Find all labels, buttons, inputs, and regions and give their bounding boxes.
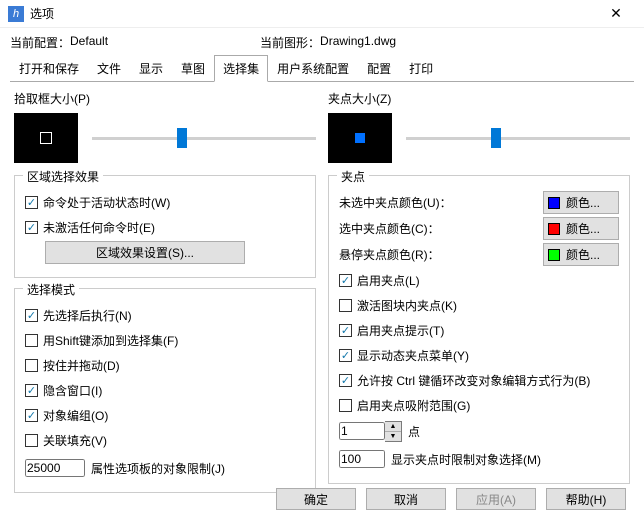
region-active-checkbox[interactable] [25,196,38,209]
tab-2[interactable]: 显示 [130,55,172,82]
mode-pressdrag-checkbox[interactable] [25,359,38,372]
tab-4[interactable]: 选择集 [214,55,268,82]
tab-3[interactable]: 草图 [172,55,214,82]
selected-color-label: 选中夹点颜色(C)： [339,220,543,237]
range-input[interactable] [339,422,385,440]
drawing-label: 当前图形： [260,34,320,51]
help-button[interactable]: 帮助(H) [546,488,626,510]
dynamic-menu-checkbox[interactable] [339,349,352,362]
selected-color-button[interactable]: 颜色... [543,217,619,240]
app-icon: h [8,6,24,22]
region-inactive-label: 未激活任何命令时(E) [43,219,155,236]
spin-up-icon: ▲ [385,422,401,432]
region-active-label: 命令处于活动状态时(W) [43,194,170,211]
spin-down-icon: ▼ [385,432,401,441]
tab-1[interactable]: 文件 [88,55,130,82]
config-value: Default [70,34,260,51]
tab-6[interactable]: 配置 [358,55,400,82]
grip-size-label: 夹点大小(Z) [328,90,630,107]
region-group-title: 区域选择效果 [23,168,103,185]
unselected-color-label: 未选中夹点颜色(U)： [339,194,543,211]
grip-preview [328,113,392,163]
tab-5[interactable]: 用户系统配置 [268,55,358,82]
pickbox-preview [14,113,78,163]
mode-group-checkbox[interactable] [25,409,38,422]
window-title: 选项 [30,5,596,22]
grip-slider[interactable] [406,128,630,148]
grip-tip-checkbox[interactable] [339,324,352,337]
pickbox-slider[interactable] [92,128,316,148]
grip-group-title: 夹点 [337,168,369,185]
unselected-color-button[interactable]: 颜色... [543,191,619,214]
select-limit-input[interactable] [339,450,385,468]
close-button[interactable]: ✕ [596,0,636,28]
range-spinner[interactable]: ▲▼ [385,421,402,442]
limit-input[interactable] [25,459,85,477]
range-suffix: 点 [408,423,420,440]
limit-label: 属性选项板的对象限制(J) [91,460,225,477]
mode-group-title: 选择模式 [23,281,79,298]
region-settings-button[interactable]: 区域效果设置(S)... [45,241,245,264]
cancel-button[interactable]: 取消 [366,488,446,510]
ctrl-cycle-checkbox[interactable] [339,374,352,387]
block-grip-checkbox[interactable] [339,299,352,312]
mode-hatch-checkbox[interactable] [25,434,38,447]
tab-7[interactable]: 打印 [400,55,442,82]
tab-0[interactable]: 打开和保存 [10,55,88,82]
select-limit-label: 显示夹点时限制对象选择(M) [391,451,541,468]
hover-color-button[interactable]: 颜色... [543,243,619,266]
mode-shift-checkbox[interactable] [25,334,38,347]
mode-preselect-checkbox[interactable] [25,309,38,322]
hover-color-label: 悬停夹点颜色(R)： [339,246,543,263]
apply-button[interactable]: 应用(A) [456,488,536,510]
drawing-value: Drawing1.dwg [320,34,396,51]
region-inactive-checkbox[interactable] [25,221,38,234]
ok-button[interactable]: 确定 [276,488,356,510]
snap-range-checkbox[interactable] [339,399,352,412]
config-label: 当前配置： [10,34,70,51]
pickbox-size-label: 拾取框大小(P) [14,90,316,107]
enable-grip-checkbox[interactable] [339,274,352,287]
mode-implied-checkbox[interactable] [25,384,38,397]
